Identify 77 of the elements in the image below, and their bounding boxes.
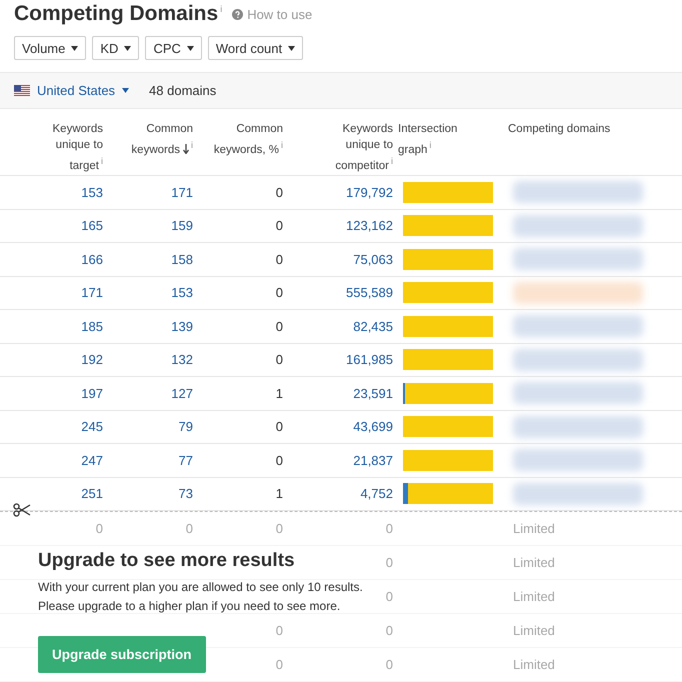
keyword-count-link[interactable]: 132 (171, 352, 193, 368)
domain-count: 48 domains (149, 83, 216, 98)
keyword-count-link[interactable]: 79 (178, 419, 193, 434)
locked-cell: 0 (96, 521, 103, 536)
filter-dropdown[interactable]: Word count (208, 36, 304, 60)
scissors-icon (13, 503, 31, 517)
percent-cell: 0 (276, 318, 283, 334)
keyword-count-link[interactable]: 4,752 (360, 486, 393, 502)
keyword-count-link[interactable]: 165 (81, 218, 103, 234)
limited-label: Limited (513, 589, 555, 604)
keyword-count-link[interactable]: 251 (81, 486, 103, 502)
locked-cell: 0 (386, 623, 393, 638)
keyword-count-link[interactable]: 179,792 (346, 184, 393, 200)
percent-cell: 1 (276, 486, 283, 502)
filter-dropdown[interactable]: Volume (14, 36, 86, 60)
keyword-count-link[interactable]: 123,162 (346, 218, 393, 234)
keyword-count-link[interactable]: 127 (171, 386, 193, 401)
keyword-count-link[interactable]: 192 (81, 352, 103, 368)
column-header[interactable]: Keywords unique to competitor $^{i}$ (288, 109, 398, 176)
filter-dropdown[interactable]: CPC (145, 36, 202, 60)
keyword-count-link[interactable]: 159 (171, 218, 193, 234)
filter-dropdown[interactable]: KD (92, 36, 140, 60)
upgrade-title: Upgrade to see more results (38, 550, 295, 572)
locked-cell: 0 (386, 657, 393, 672)
keyword-count-link[interactable]: 75,063 (353, 252, 393, 267)
limited-label: Limited (513, 521, 555, 536)
keyword-count-link[interactable]: 161,985 (346, 352, 393, 368)
keyword-count-link[interactable]: 153 (171, 285, 193, 300)
locked-cell: 0 (276, 657, 283, 672)
page-title: Competing Domains$^{i}$ (14, 2, 222, 26)
keyword-count-link[interactable]: 153 (81, 184, 103, 200)
locked-cell: 0 (386, 555, 393, 570)
caret-icon (122, 88, 130, 93)
percent-cell: 0 (276, 285, 283, 300)
keyword-count-link[interactable]: 77 (178, 452, 193, 468)
keyword-count-link[interactable]: 245 (81, 419, 103, 434)
locked-cell: 0 (386, 521, 393, 536)
caret-icon (71, 46, 78, 50)
keyword-count-link[interactable]: 555,589 (346, 285, 393, 300)
sort-arrow-icon (183, 144, 189, 154)
locked-cell: 0 (186, 521, 193, 536)
keyword-count-link[interactable]: 139 (171, 318, 193, 334)
locked-cell: 0 (386, 589, 393, 604)
country-selector[interactable]: United States (14, 83, 130, 98)
percent-cell: 0 (276, 352, 283, 368)
caret-icon (288, 46, 296, 50)
keyword-count-link[interactable]: 171 (171, 184, 193, 200)
keyword-count-link[interactable]: 43,699 (353, 419, 393, 434)
flag-icon (14, 85, 30, 96)
column-header[interactable]: Common keywords, % $^{i}$ (198, 109, 288, 176)
keyword-count-link[interactable]: 166 (81, 252, 103, 267)
keyword-count-link[interactable]: 73 (178, 486, 193, 502)
column-header[interactable]: Keywords unique to target $^{i}$ (0, 109, 108, 176)
keyword-count-link[interactable]: 185 (81, 318, 103, 334)
upgrade-message: With your current plan you are allowed to see only 10 results. Please upgrade to a higher plan if you need to see more. (38, 579, 363, 615)
locked-cell: 0 (276, 623, 283, 638)
keyword-count-link[interactable]: 82,435 (353, 318, 393, 334)
percent-cell: 0 (276, 419, 283, 434)
percent-cell: 1 (276, 386, 283, 401)
caret-icon (186, 46, 194, 50)
keyword-count-link[interactable]: 21,837 (353, 452, 393, 468)
keyword-count-link[interactable]: 23,591 (353, 386, 393, 401)
keyword-count-link[interactable]: 158 (171, 252, 193, 267)
limited-label: Limited (513, 657, 555, 672)
column-header[interactable]: Competing domains (508, 109, 682, 176)
percent-cell: 0 (276, 218, 283, 234)
locked-cell: 0 (276, 521, 283, 536)
percent-cell: 0 (276, 452, 283, 468)
keyword-count-link[interactable]: 247 (81, 452, 103, 468)
caret-icon (124, 46, 132, 50)
limited-label: Limited (513, 623, 555, 638)
help-icon (232, 9, 244, 20)
limited-label: Limited (513, 555, 555, 570)
keyword-count-link[interactable]: 197 (81, 386, 103, 401)
percent-cell: 0 (276, 252, 283, 267)
percent-cell: 0 (276, 184, 283, 200)
keyword-count-link[interactable]: 171 (81, 285, 103, 300)
